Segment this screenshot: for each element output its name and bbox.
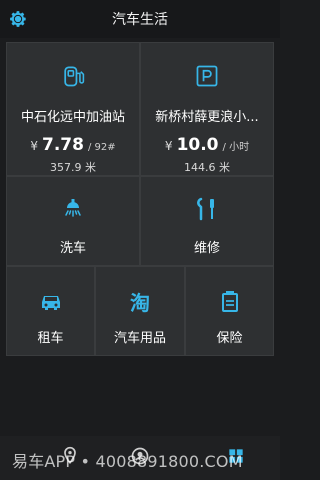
car-icon xyxy=(41,296,60,310)
parking-price: 10.0 xyxy=(176,135,219,155)
gas-distance: 357.9 米 xyxy=(50,161,96,174)
parking-unit: / 小时 xyxy=(222,142,250,153)
insurance-tile[interactable]: 保险 xyxy=(185,266,274,356)
insurance-label: 保险 xyxy=(216,331,243,346)
gas-price: 7.78 xyxy=(42,135,84,155)
repair-tile[interactable]: 维修 xyxy=(140,176,274,266)
parking-price-row: ¥ 10.0 / 小时 xyxy=(165,135,249,155)
gear-icon[interactable] xyxy=(8,9,28,29)
parking-icon xyxy=(196,65,218,87)
gas-unit: / 92# xyxy=(87,142,116,153)
taobao-icon: 淘 xyxy=(130,290,150,315)
wrench-screwdriver-icon xyxy=(197,197,214,221)
car-goods-tile[interactable]: 淘 汽车用品 xyxy=(95,266,185,356)
header-bar: 汽车生活 xyxy=(0,0,280,38)
parking-tile[interactable]: 新桥村薛更浪小... ¥ 10.0 / 小时 144.6 米 xyxy=(140,42,274,176)
car-rental-tile[interactable]: 租车 xyxy=(6,266,95,356)
gas-station-name: 中石化远中加油站 xyxy=(20,110,125,125)
car-rental-label: 租车 xyxy=(37,331,64,346)
car-goods-label: 汽车用品 xyxy=(113,331,166,346)
repair-label: 维修 xyxy=(193,241,220,256)
watermark-text: 易车APP • 4008891800.COM xyxy=(12,452,243,471)
car-wash-label: 洗车 xyxy=(59,241,86,256)
parking-distance: 144.6 米 xyxy=(184,161,230,174)
gas-price-row: ¥ 7.78 / 92# xyxy=(30,135,115,155)
car-wash-tile[interactable]: 洗车 xyxy=(6,176,140,266)
parking-name: 新桥村薛更浪小... xyxy=(155,110,259,125)
gas-pump-icon xyxy=(64,66,85,87)
page-title: 汽车生活 xyxy=(112,12,168,28)
car-wash-icon xyxy=(65,199,81,217)
insurance-icon xyxy=(221,291,238,312)
gas-station-tile[interactable]: 中石化远中加油站 ¥ 7.78 / 92# 357.9 米 xyxy=(6,42,140,176)
parking-currency: ¥ xyxy=(164,139,173,153)
gas-currency: ¥ xyxy=(30,139,39,153)
